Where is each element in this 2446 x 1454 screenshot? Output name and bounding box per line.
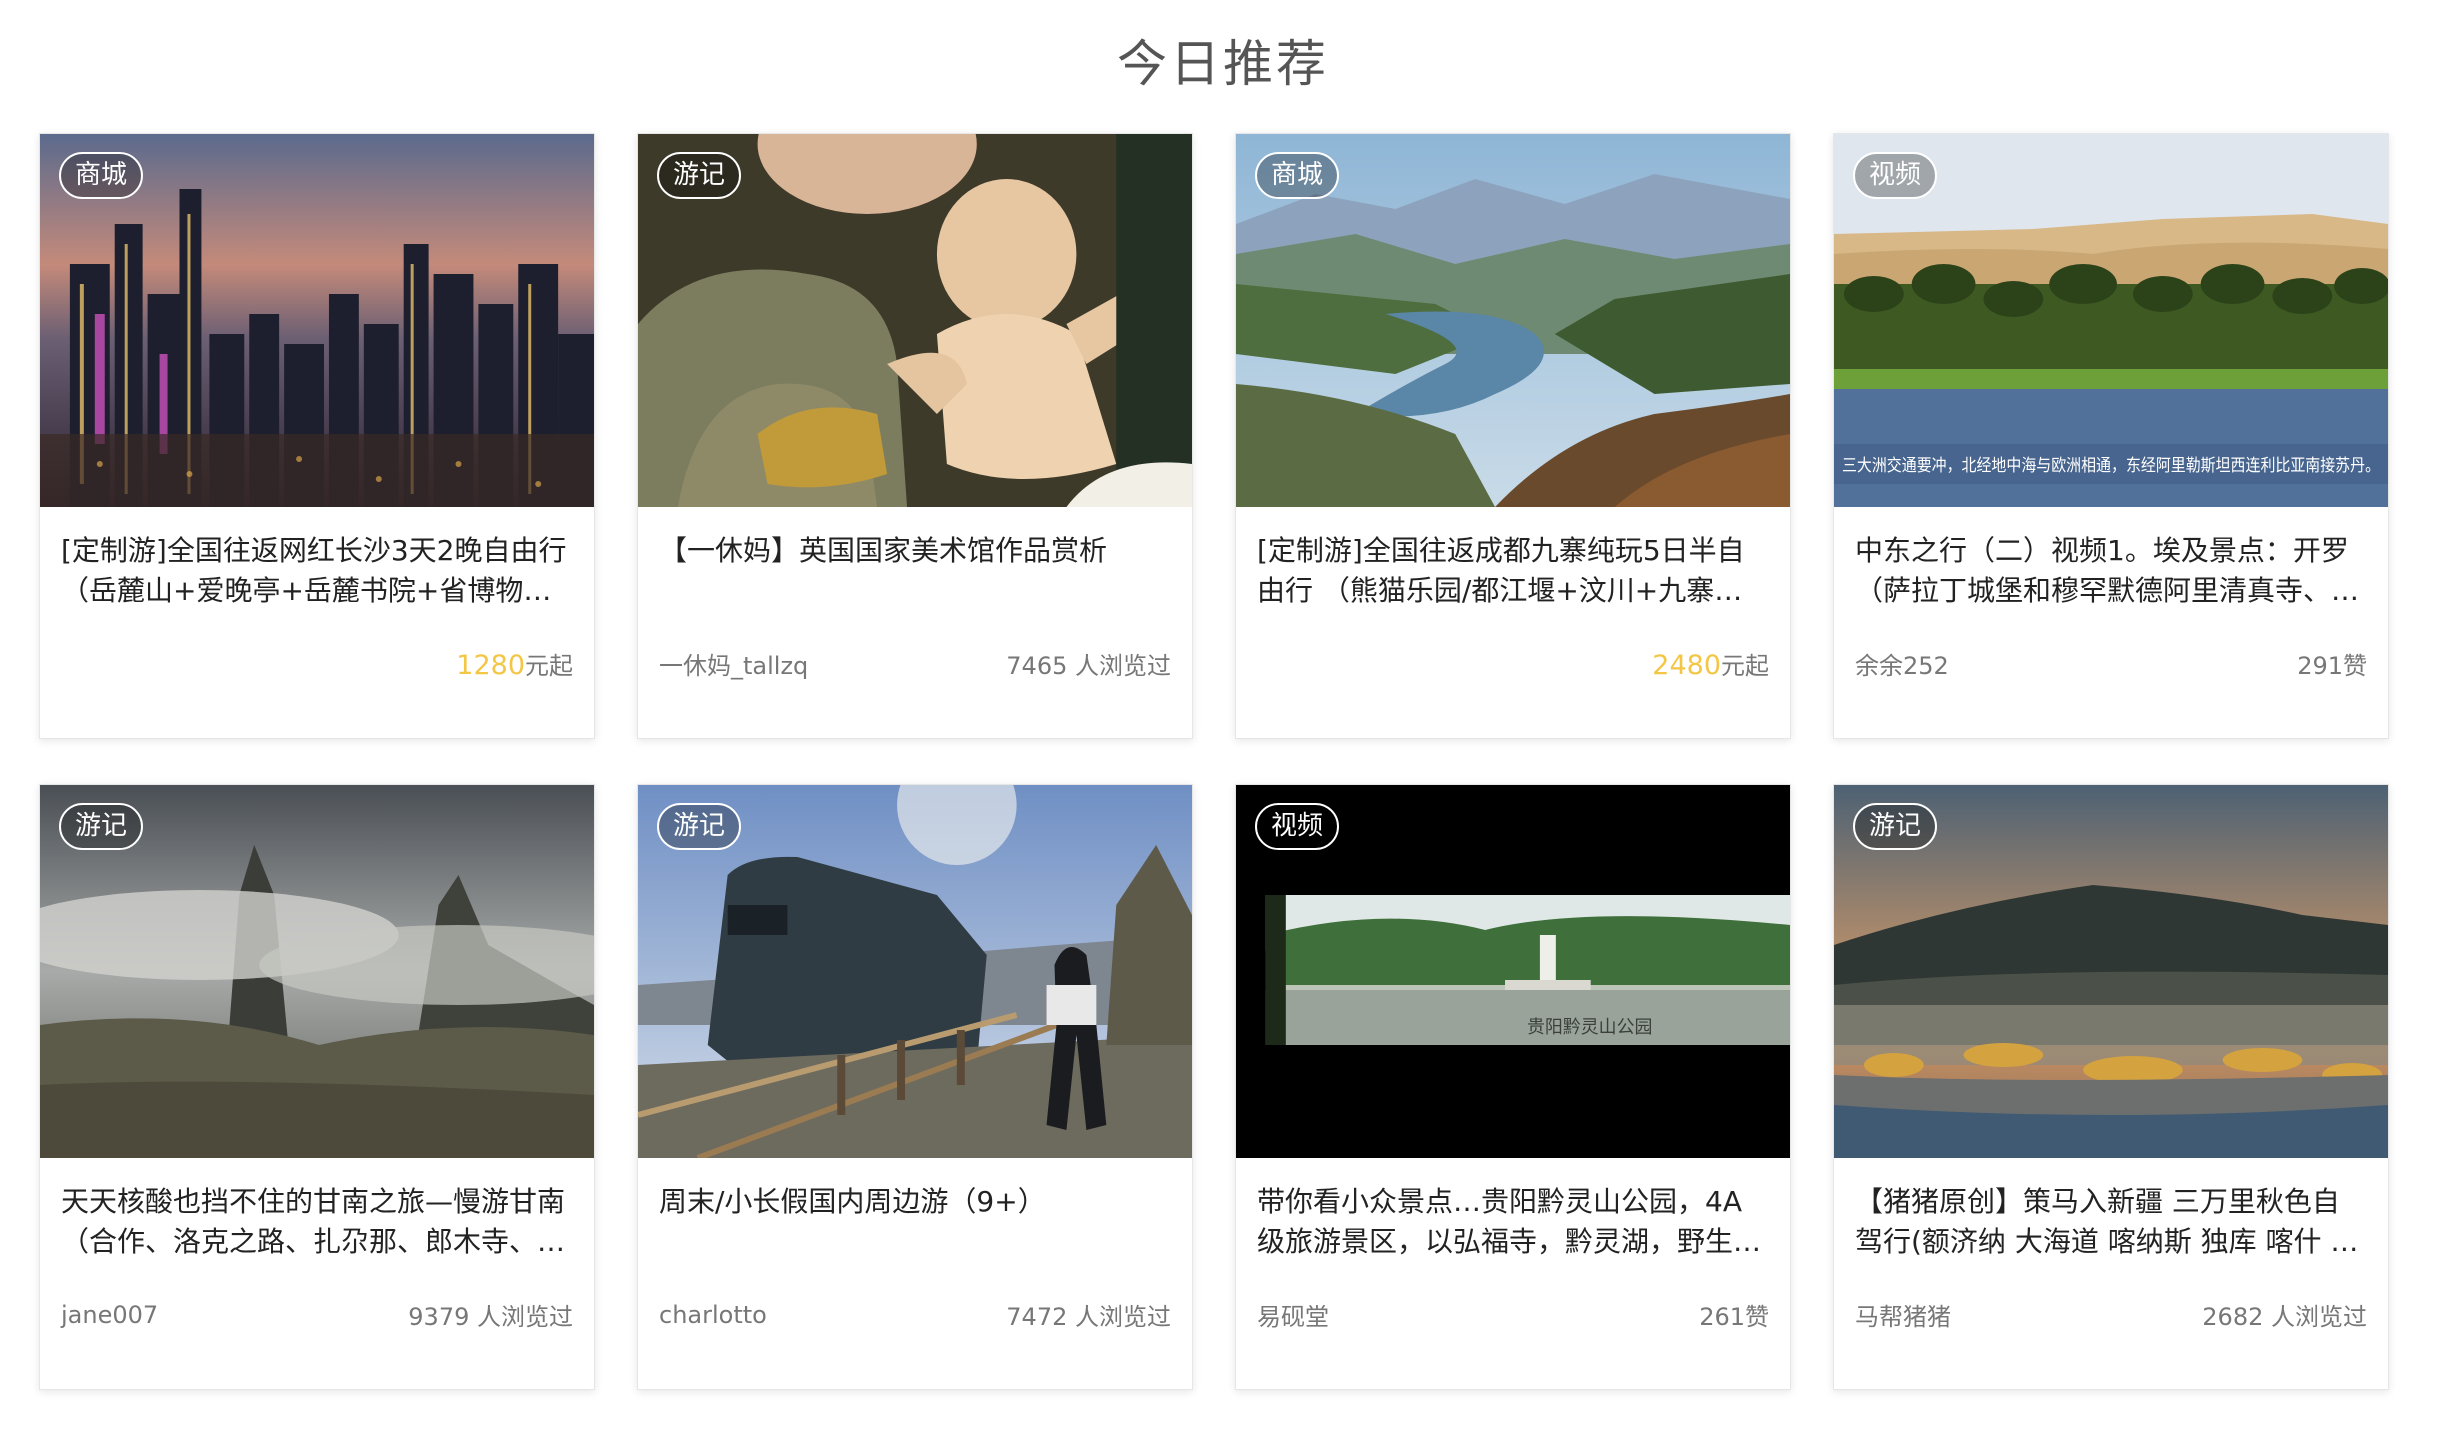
recommendation-card[interactable]: 游记 【一休妈】英国国家美术馆作品赏析 一休妈_tallzq 7465 人浏览过	[637, 133, 1193, 739]
author-name[interactable]: 易砚堂	[1257, 1297, 1329, 1332]
like-count: 261赞	[1699, 1303, 1769, 1331]
view-count: 7472 人浏览过	[1006, 1303, 1171, 1331]
card-title[interactable]: 【一休妈】英国国家美术馆作品赏析	[659, 531, 1171, 611]
view-count: 9379 人浏览过	[408, 1303, 573, 1331]
card-meta: 马帮猪猪 2682 人浏览过	[1855, 1297, 2367, 1332]
card-thumbnail[interactable]: 商城	[40, 134, 594, 507]
recommendation-grid: 商城 [定制游]全国往返网红长沙3天2晚自由行（岳麓山+爱晚亭+岳麓书院+省博物…	[39, 133, 2389, 1390]
card-title[interactable]: 中东之行（二）视频1。埃及景点：开罗（萨拉丁城堡和穆罕默德阿里清真寺、…	[1855, 531, 2367, 611]
card-title[interactable]: 带你看小众景点…贵阳黔灵山公园，4A级旅游景区，以弘福寺，黔灵湖，野生…	[1257, 1182, 1769, 1262]
category-tag: 商城	[59, 152, 144, 199]
category-tag: 游记	[1853, 803, 1938, 850]
card-thumbnail[interactable]: 三大洲交通要冲，北经地中海与欧洲相通，东经阿里勒斯坦西连利比亚南接苏丹。 视频	[1834, 134, 2388, 507]
recommendation-card[interactable]: 游记 【猪猪原创】策马入新疆 三万里秋色自驾行(额济纳 大海道 喀纳斯 独库 喀…	[1833, 784, 2389, 1390]
card-thumbnail[interactable]: 游记	[638, 134, 1192, 507]
category-tag: 商城	[1255, 152, 1340, 199]
card-meta: 一休妈_tallzq 7465 人浏览过	[659, 646, 1171, 681]
price: 2480元起	[1652, 646, 1769, 681]
recommendation-card[interactable]: 三大洲交通要冲，北经地中海与欧洲相通，东经阿里勒斯坦西连利比亚南接苏丹。 视频 …	[1833, 133, 2389, 739]
recommendation-card[interactable]: 商城 [定制游]全国往返成都九寨纯玩5日半自由行 （熊猫乐园/都江堰+汶川+九寨…	[1235, 133, 1791, 739]
card-meta: charlotto 7472 人浏览过	[659, 1297, 1171, 1332]
view-count: 7465 人浏览过	[1006, 652, 1171, 680]
card-meta: 余余252 291赞	[1855, 646, 2367, 681]
card-meta: 2480元起	[1257, 646, 1769, 681]
price-value: 1280	[456, 650, 525, 681]
recommendation-card[interactable]: 游记 周末/小长假国内周边游（9+） charlotto 7472 人浏览过	[637, 784, 1193, 1390]
card-title[interactable]: 周末/小长假国内周边游（9+）	[659, 1182, 1171, 1262]
card-title[interactable]: [定制游]全国往返成都九寨纯玩5日半自由行 （熊猫乐园/都江堰+汶川+九寨沟+…	[1257, 531, 1769, 611]
author-name[interactable]: jane007	[61, 1301, 158, 1329]
card-title[interactable]: [定制游]全国往返网红长沙3天2晚自由行（岳麓山+爱晚亭+岳麓书院+省博物馆…	[61, 531, 573, 611]
card-thumbnail[interactable]: 游记	[638, 785, 1192, 1158]
recommendation-card[interactable]: 商城 [定制游]全国往返网红长沙3天2晚自由行（岳麓山+爱晚亭+岳麓书院+省博物…	[39, 133, 595, 739]
card-meta: jane007 9379 人浏览过	[61, 1297, 573, 1332]
recommendation-card[interactable]: 游记 天天核酸也挡不住的甘南之旅—慢游甘南（合作、洛克之路、扎尕那、郎木寺、… …	[39, 784, 595, 1390]
video-caption: 贵阳黔灵山公园	[1527, 1017, 1652, 1038]
price: 1280元起	[456, 646, 573, 681]
author-name[interactable]: 余余252	[1855, 646, 1949, 681]
category-tag: 游记	[657, 152, 742, 199]
card-thumbnail[interactable]: 游记	[1834, 785, 2388, 1158]
price-suffix: 元起	[525, 652, 573, 680]
author-name[interactable]: 马帮猪猪	[1855, 1297, 1951, 1332]
like-count: 291赞	[2297, 652, 2367, 680]
section-title: 今日推荐	[1117, 35, 1329, 93]
card-thumbnail[interactable]: 商城	[1236, 134, 1790, 507]
category-tag: 游记	[59, 803, 144, 850]
view-count: 2682 人浏览过	[2202, 1303, 2367, 1331]
price-value: 2480	[1652, 650, 1721, 681]
card-title[interactable]: 【猪猪原创】策马入新疆 三万里秋色自驾行(额济纳 大海道 喀纳斯 独库 喀什 …	[1855, 1182, 2367, 1262]
video-caption: 三大洲交通要冲，北经地中海与欧洲相通，东经阿里勒斯坦西连利比亚南接苏丹。	[1842, 455, 2380, 475]
card-title[interactable]: 天天核酸也挡不住的甘南之旅—慢游甘南（合作、洛克之路、扎尕那、郎木寺、…	[61, 1182, 573, 1262]
price-suffix: 元起	[1721, 652, 1769, 680]
category-tag: 视频	[1255, 803, 1340, 850]
author-name[interactable]: 一休妈_tallzq	[659, 646, 808, 681]
recommendation-card[interactable]: 贵阳黔灵山公园 视频 带你看小众景点…贵阳黔灵山公园，4A级旅游景区，以弘福寺，…	[1235, 784, 1791, 1390]
card-meta: 1280元起	[61, 646, 573, 681]
category-tag: 视频	[1853, 152, 1938, 199]
author-name[interactable]: charlotto	[659, 1301, 767, 1329]
category-tag: 游记	[657, 803, 742, 850]
card-meta: 易砚堂 261赞	[1257, 1297, 1769, 1332]
card-thumbnail[interactable]: 游记	[40, 785, 594, 1158]
card-thumbnail[interactable]: 贵阳黔灵山公园 视频	[1236, 785, 1790, 1158]
